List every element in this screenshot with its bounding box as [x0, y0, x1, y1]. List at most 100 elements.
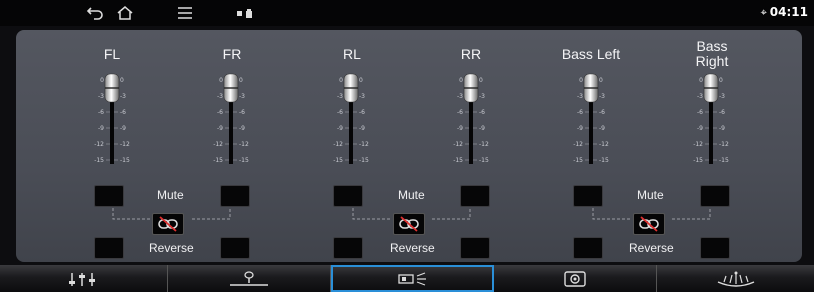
scale-tick-label: -15 [120, 157, 130, 164]
scale-tick-label: -9 [217, 125, 223, 132]
scale-tick-label: -3 [457, 93, 463, 100]
channel-label-bass-right: Bass Right [695, 38, 729, 69]
scale-tick-label: -3 [697, 93, 703, 100]
scale-tick-label: -9 [719, 125, 725, 132]
scale-tick-label: -12 [719, 141, 729, 148]
link-toggle-button[interactable] [393, 213, 425, 235]
scale-tick-label: -3 [337, 93, 343, 100]
scale-tick-label: -12 [94, 141, 104, 148]
volume-slider-fr[interactable]: 0 0 -3 -3 -6 -6 -9 -9 -12 -12 -15 -15 [201, 72, 261, 164]
scale-tick-label: -12 [599, 141, 609, 148]
scale-tick-label: -12 [333, 141, 343, 148]
channel-label-rr: RR [460, 46, 482, 62]
mute-label: Mute [637, 188, 664, 202]
scale-tick-label: -6 [479, 109, 485, 116]
speaker-icon [397, 271, 426, 286]
scale-tick-label: -6 [217, 109, 223, 116]
scale-tick-label: -6 [120, 109, 126, 116]
scale-tick-label: -9 [337, 125, 343, 132]
status-bar: ⌖ 04:11 [0, 0, 814, 26]
scale-tick-label: -6 [98, 109, 104, 116]
speaker-level-tab[interactable] [331, 265, 494, 292]
scale-tick-label: -6 [697, 109, 703, 116]
bass-left-mute-checkbox[interactable] [573, 185, 603, 207]
scale-tick-label: -3 [98, 93, 104, 100]
scale-tick-label: -6 [719, 109, 725, 116]
rr-reverse-checkbox[interactable] [460, 237, 490, 259]
scale-tick-label: -12 [120, 141, 130, 148]
volume-slider-rr[interactable]: 0 0 -3 -3 -6 -6 -9 -9 -12 -12 -15 -15 [441, 72, 501, 164]
back-icon[interactable] [84, 3, 106, 23]
channel-label-bass-left: Bass Left [561, 46, 621, 62]
scale-tick-label: -6 [359, 109, 365, 116]
scale-tick-label: -12 [359, 141, 369, 148]
scale-tick-label: 0 [100, 77, 104, 84]
scale-tick-label: 0 [359, 77, 363, 84]
speaker-level-panel: FL FR RL RR Bass Left Bass Right 0 0 -3 -3 -… [16, 30, 802, 262]
scale-tick-label: -9 [697, 125, 703, 132]
volume-slider-fl[interactable]: 0 0 -3 -3 -6 -6 -9 -9 -12 -12 -15 -15 [82, 72, 142, 164]
scale-tick-label: 0 [239, 77, 243, 84]
scale-tick-label: -12 [213, 141, 223, 148]
scale-tick-label: -6 [239, 109, 245, 116]
reverse-label: Reverse [629, 241, 674, 255]
scale-tick-label: 0 [219, 77, 223, 84]
unlink-icon [158, 216, 178, 232]
balance-icon [230, 270, 268, 286]
scale-tick-label: -15 [333, 157, 343, 164]
bass-right-mute-checkbox[interactable] [700, 185, 730, 207]
volume-slider-bass-right[interactable]: 0 0 -3 -3 -6 -6 -9 -9 -12 -12 -15 -15 [681, 72, 741, 164]
mute-label: Mute [398, 188, 425, 202]
rl-mute-checkbox[interactable] [333, 185, 363, 207]
volume-slider-rl[interactable]: 0 0 -3 -3 -6 -6 -9 -9 -12 -12 -15 -15 [321, 72, 381, 164]
scale-tick-label: -15 [239, 157, 249, 164]
scale-tick-label: -9 [98, 125, 104, 132]
scale-tick-label: -3 [217, 93, 223, 100]
scale-tick-label: -15 [599, 157, 609, 164]
scale-tick-label: -15 [479, 157, 489, 164]
scale-tick-label: -3 [120, 93, 126, 100]
fl-reverse-checkbox[interactable] [94, 237, 124, 259]
speaker-box-icon [564, 270, 586, 287]
scale-tick-label: -12 [453, 141, 463, 148]
scale-tick-label: -6 [577, 109, 583, 116]
scale-tick-label: -15 [573, 157, 583, 164]
sound-mode-tab[interactable] [494, 265, 657, 292]
channel-label-rl: RL [343, 46, 361, 62]
scale-tick-label: -15 [213, 157, 223, 164]
scale-tick-label: 0 [459, 77, 463, 84]
fr-reverse-checkbox[interactable] [220, 237, 250, 259]
scale-tick-label: -15 [719, 157, 729, 164]
scale-tick-label: -15 [693, 157, 703, 164]
scale-tick-label: -15 [94, 157, 104, 164]
link-toggle-button[interactable] [152, 213, 184, 235]
scale-tick-label: -15 [453, 157, 463, 164]
rr-mute-checkbox[interactable] [460, 185, 490, 207]
equalizer-tab[interactable] [0, 265, 168, 292]
link-toggle-button[interactable] [633, 213, 665, 235]
bottom-tab-bar [0, 265, 814, 292]
fr-mute-checkbox[interactable] [220, 185, 250, 207]
scale-tick-label: -9 [457, 125, 463, 132]
bass-right-reverse-checkbox[interactable] [700, 237, 730, 259]
rl-reverse-checkbox[interactable] [333, 237, 363, 259]
equalizer-icon [68, 272, 95, 286]
home-icon[interactable] [114, 3, 136, 23]
reverse-label: Reverse [149, 241, 194, 255]
scale-tick-label: -6 [599, 109, 605, 116]
bass-left-reverse-checkbox[interactable] [573, 237, 603, 259]
scale-tick-label: -3 [479, 93, 485, 100]
sound-effect-tab[interactable] [657, 265, 814, 292]
scale-tick-label: 0 [339, 77, 343, 84]
menu-icon[interactable] [174, 3, 196, 23]
scale-tick-label: -12 [573, 141, 583, 148]
scale-tick-label: -9 [120, 125, 126, 132]
balance-tab[interactable] [168, 265, 331, 292]
scale-tick-label: -9 [359, 125, 365, 132]
mute-label: Mute [157, 188, 184, 202]
scale-tick-label: -9 [599, 125, 605, 132]
fl-mute-checkbox[interactable] [94, 185, 124, 207]
volume-slider-bass-left[interactable]: 0 0 -3 -3 -6 -6 -9 -9 -12 -12 -15 -15 [561, 72, 621, 164]
scale-tick-label: -12 [479, 141, 489, 148]
scale-tick-label: 0 [120, 77, 124, 84]
